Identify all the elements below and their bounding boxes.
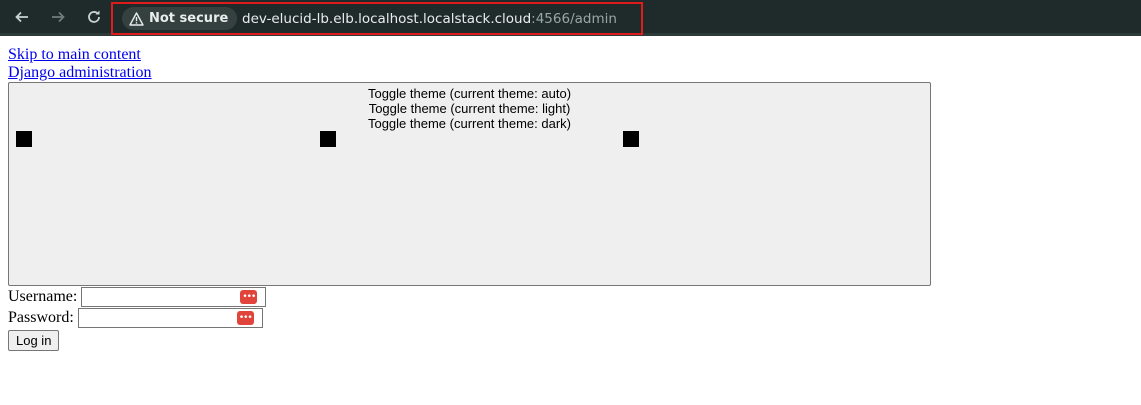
password-input[interactable]: ••• [77, 307, 263, 328]
theme-auto-icon [16, 131, 32, 147]
key-icon[interactable]: ••• [236, 310, 254, 325]
theme-toggle-button[interactable]: Toggle theme (current theme: auto) Toggl… [8, 82, 931, 286]
browser-toolbar: Not secure dev-elucid-lb.elb.localhost.l… [0, 0, 1141, 36]
reload-button[interactable] [83, 6, 105, 28]
login-button[interactable]: Log in [8, 330, 60, 351]
reload-icon [88, 10, 100, 23]
back-button[interactable] [11, 6, 33, 28]
skip-to-content-link[interactable]: Skip to main content [8, 46, 931, 64]
theme-label-auto: Toggle theme (current theme: auto) [367, 86, 572, 101]
username-label: Username: [8, 288, 78, 305]
url-text[interactable]: dev-elucid-lb.elb.localhost.localstack.c… [242, 8, 617, 30]
page-content: Skip to main content Django administrati… [8, 46, 931, 351]
arrow-right-icon [52, 11, 65, 23]
theme-label-dark: Toggle theme (current theme: dark) [367, 116, 572, 131]
theme-dark-icon [623, 131, 639, 147]
theme-label-light: Toggle theme (current theme: light) [368, 101, 571, 116]
warning-icon [129, 11, 144, 26]
password-label: Password: [8, 309, 74, 326]
password-row: Password: ••• [8, 307, 931, 328]
username-input[interactable]: ••• [81, 286, 267, 307]
username-row: Username: ••• [8, 286, 931, 307]
security-indicator[interactable]: Not secure [122, 7, 238, 30]
theme-toggle-labels: Toggle theme (current theme: auto) Toggl… [9, 86, 930, 131]
arrow-left-icon [15, 11, 28, 23]
url-path: :4566/admin [531, 11, 617, 27]
theme-light-icon [320, 131, 336, 147]
address-bar[interactable]: Not secure dev-elucid-lb.elb.localhost.l… [111, 2, 643, 35]
security-label: Not secure [149, 11, 229, 26]
url-host: dev-elucid-lb.elb.localhost.localstack.c… [242, 11, 532, 27]
site-header-link[interactable]: Django administration [8, 64, 931, 82]
key-icon[interactable]: ••• [240, 289, 258, 304]
forward-button[interactable] [47, 6, 69, 28]
